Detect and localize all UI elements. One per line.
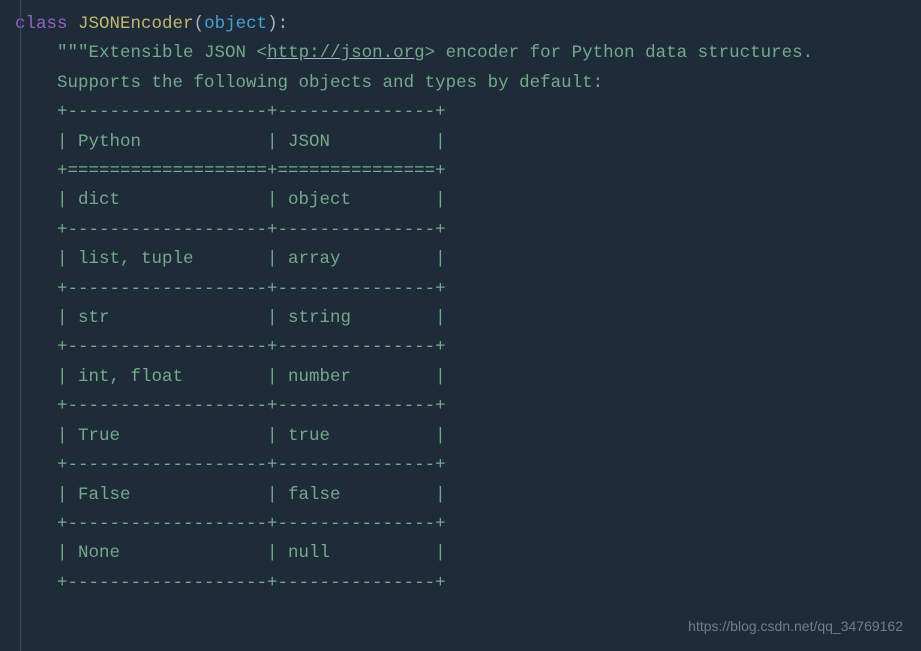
- gutter-line: [20, 0, 21, 651]
- paren-close: ): [267, 14, 278, 34]
- table-sep: +-------------------+---------------+: [15, 216, 921, 245]
- docstring-line1: """Extensible JSON <http://json.org> enc…: [15, 39, 921, 68]
- table-row-dict: | dict | object |: [15, 186, 921, 215]
- builtin-object: object: [204, 14, 267, 34]
- code-editor[interactable]: class JSONEncoder(object): """Extensible…: [0, 0, 921, 598]
- table-row-int: | int, float | number |: [15, 363, 921, 392]
- docstring-supports: Supports the following objects and types…: [15, 69, 921, 98]
- table-sep: +-------------------+---------------+: [15, 392, 921, 421]
- table-row-str: | str | string |: [15, 304, 921, 333]
- table-row-list: | list, tuple | array |: [15, 245, 921, 274]
- table-sep: +-------------------+---------------+: [15, 333, 921, 362]
- table-row-false: | False | false |: [15, 481, 921, 510]
- url-link[interactable]: http://json.org: [267, 43, 425, 63]
- table-sep: +-------------------+---------------+: [15, 451, 921, 480]
- table-header: | Python | JSON |: [15, 128, 921, 157]
- code-line-classdef: class JSONEncoder(object):: [15, 10, 921, 39]
- keyword-class: class: [15, 14, 68, 34]
- table-sep-bottom: +-------------------+---------------+: [15, 569, 921, 598]
- table-sep-top: +-------------------+---------------+: [15, 98, 921, 127]
- docstring-open: """: [57, 43, 89, 63]
- watermark: https://blog.csdn.net/qq_34769162: [688, 612, 903, 641]
- table-row-none: | None | null |: [15, 539, 921, 568]
- table-sep: +-------------------+---------------+: [15, 510, 921, 539]
- table-row-true: | True | true |: [15, 422, 921, 451]
- table-sep-header: +===================+===============+: [15, 157, 921, 186]
- paren-open: (: [194, 14, 205, 34]
- colon: :: [278, 14, 289, 34]
- class-name: JSONEncoder: [78, 14, 194, 34]
- table-sep: +-------------------+---------------+: [15, 275, 921, 304]
